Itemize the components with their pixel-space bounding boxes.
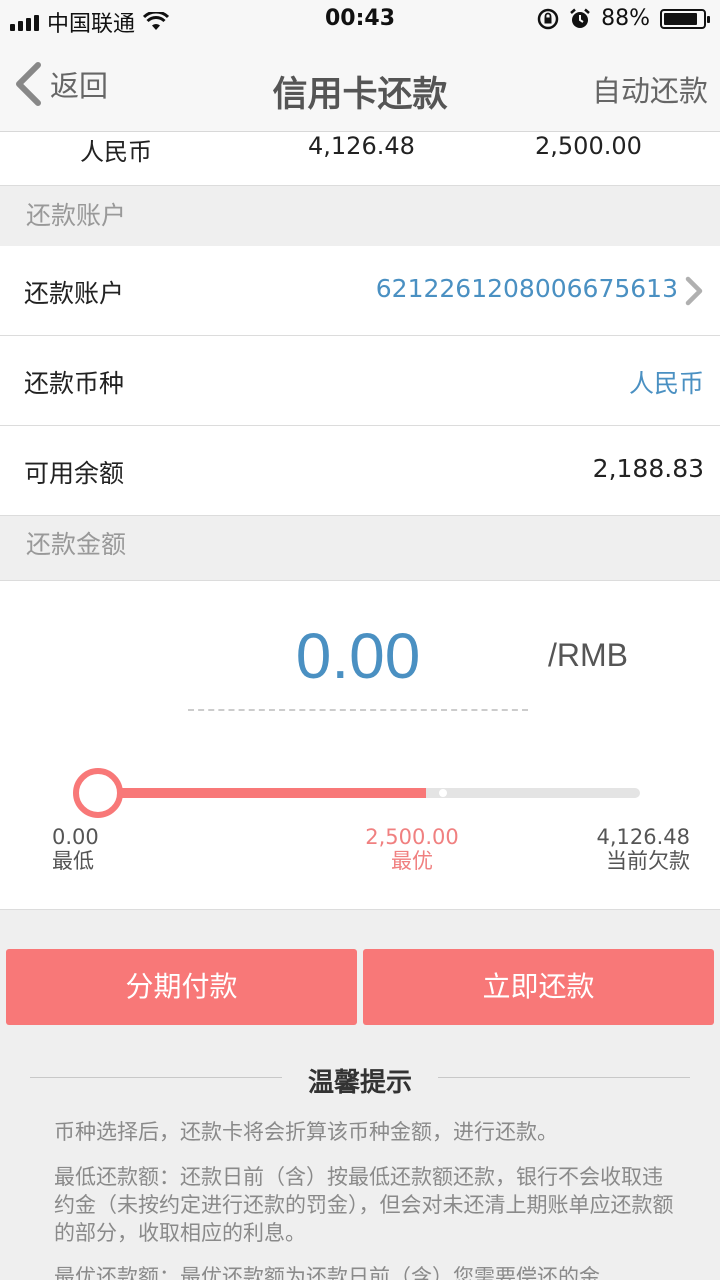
available-balance-value: 2,188.83 — [592, 454, 704, 483]
section-header-repay-amount: 还款金额 — [0, 517, 720, 579]
battery-fill — [664, 12, 698, 25]
currency-summary-row: 人民币 4,126.48 2,500.00 — [0, 132, 720, 186]
repay-account-number: 6212261208006675613 — [375, 274, 678, 303]
installment-button[interactable]: 分期付款 — [6, 949, 357, 1025]
tip-item: 最优还款额：最优还款额为还款日前（含）您需要偿还的金 — [54, 1265, 600, 1280]
currency-name: 人民币 — [80, 138, 152, 166]
slider-min-label: 最低 — [52, 849, 94, 873]
current-debt-amount: 4,126.48 — [308, 132, 415, 160]
rotation-lock-icon — [537, 8, 559, 29]
repay-currency-value: 人民币 — [628, 369, 704, 398]
section-header-repay-account: 还款账户 — [0, 187, 720, 245]
amount-underline — [188, 709, 528, 711]
slider-min-value: 0.00 — [52, 825, 99, 849]
slider-max-label: 当前欠款 — [606, 849, 690, 873]
slider-max-value: 4,126.48 — [596, 825, 690, 849]
repay-currency-label: 还款币种 — [24, 369, 125, 398]
battery-percent: 88% — [601, 6, 650, 31]
repay-account-label: 还款账户 — [24, 279, 125, 308]
alarm-icon — [570, 8, 590, 28]
repay-currency-row[interactable]: 还款币种 人民币 — [0, 336, 720, 426]
available-balance-label: 可用余额 — [24, 459, 125, 488]
battery-icon — [660, 8, 710, 29]
slider-thumb[interactable] — [73, 768, 123, 818]
tips-header: 温馨提示 — [30, 1058, 690, 1098]
status-bar: 中国联通 00:43 88% — [0, 0, 720, 40]
tip-item: 币种选择后，还款卡将会折算该币种金额，进行还款。 — [54, 1120, 558, 1144]
repay-now-button[interactable]: 立即还款 — [363, 949, 714, 1025]
slider-min-tick: 0.00 最低 — [52, 825, 99, 873]
slider-max-tick: 4,126.48 当前欠款 — [596, 825, 690, 873]
nav-bar: 返回 信用卡还款 自动还款 — [0, 40, 720, 132]
optimal-amount: 2,500.00 — [535, 132, 642, 160]
auto-repay-button[interactable]: 自动还款 — [592, 68, 708, 110]
repay-account-row[interactable]: 还款账户 6212261208006675613 — [0, 246, 720, 336]
amount-input[interactable]: 0.00 — [188, 619, 528, 693]
amount-unit: /RMB — [548, 637, 628, 673]
tip-item: 最低还款额：还款日前（含）按最低还款额还款，银行不会收取违约金（未按约定进行还款… — [54, 1165, 674, 1245]
available-balance-row: 可用余额 2,188.83 — [0, 426, 720, 516]
tips-title: 温馨提示 — [307, 1068, 412, 1098]
slider-optimal-fill — [98, 788, 427, 798]
slider-optimal-tick: 2,500.00 最优 — [352, 825, 472, 873]
repay-amount-panel: 0.00 /RMB 0.00 最低 2,500.00 最优 4,126.48 当… — [0, 580, 720, 910]
tips-divider-right — [438, 1077, 690, 1078]
slider-optimal-label: 最优 — [391, 849, 433, 873]
slider-optimal-value: 2,500.00 — [365, 825, 459, 849]
status-right: 88% — [537, 6, 710, 31]
chevron-right-icon — [685, 276, 703, 306]
